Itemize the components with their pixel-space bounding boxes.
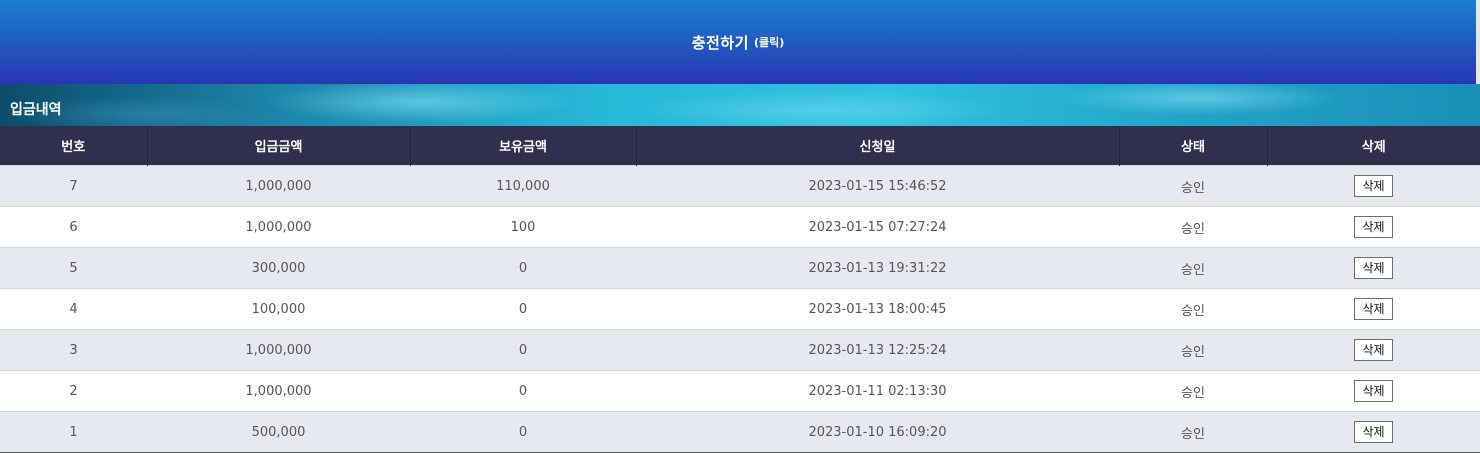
cell-number: 6 bbox=[0, 206, 147, 248]
cell-number: 1 bbox=[0, 411, 147, 453]
cell-number: 4 bbox=[0, 288, 147, 330]
section-header: 입금내역 bbox=[0, 84, 1480, 126]
table-header-row: 번호 입금금액 보유금액 신청일 상태 삭제 bbox=[0, 126, 1480, 166]
cell-date: 2023-01-15 07:27:24 bbox=[636, 206, 1119, 248]
column-header-status: 상태 bbox=[1118, 126, 1267, 166]
cell-date: 2023-01-11 02:13:30 bbox=[636, 370, 1119, 412]
cell-number: 2 bbox=[0, 370, 147, 412]
cell-balance: 0 bbox=[410, 288, 636, 330]
column-header-delete: 삭제 bbox=[1266, 126, 1480, 166]
cell-status: 승인 bbox=[1119, 370, 1267, 412]
table-row: 5 300,000 0 2023-01-13 19:31:22 승인 삭제 bbox=[0, 247, 1480, 289]
cell-number: 7 bbox=[0, 165, 147, 207]
table-row: 7 1,000,000 110,000 2023-01-15 15:46:52 … bbox=[0, 165, 1480, 207]
table-row: 2 1,000,000 0 2023-01-11 02:13:30 승인 삭제 bbox=[0, 370, 1480, 412]
cell-balance: 0 bbox=[410, 329, 636, 371]
cell-status: 승인 bbox=[1119, 247, 1267, 289]
charge-title: 충전하기 bbox=[691, 33, 749, 52]
cell-delete: 삭제 bbox=[1267, 165, 1480, 207]
cell-balance: 0 bbox=[410, 370, 636, 412]
cell-status: 승인 bbox=[1119, 329, 1267, 371]
cell-deposit: 1,000,000 bbox=[147, 370, 410, 412]
cell-date: 2023-01-13 18:00:45 bbox=[636, 288, 1119, 330]
column-header-date: 신청일 bbox=[635, 126, 1119, 166]
cell-status: 승인 bbox=[1119, 165, 1267, 207]
cell-delete: 삭제 bbox=[1267, 206, 1480, 248]
delete-button[interactable]: 삭제 bbox=[1354, 380, 1393, 402]
deposit-history-page: 충전하기 (클릭) 입금내역 번호 입금금액 보유금액 신청일 상태 삭제 7 … bbox=[0, 0, 1480, 453]
cell-date: 2023-01-13 19:31:22 bbox=[636, 247, 1119, 289]
charge-button[interactable]: 충전하기 (클릭) bbox=[0, 0, 1480, 84]
table-row: 1 500,000 0 2023-01-10 16:09:20 승인 삭제 bbox=[0, 411, 1480, 453]
delete-button[interactable]: 삭제 bbox=[1354, 216, 1393, 238]
column-header-number: 번호 bbox=[0, 126, 147, 166]
cell-deposit: 1,000,000 bbox=[147, 165, 410, 207]
cell-delete: 삭제 bbox=[1267, 288, 1480, 330]
delete-button[interactable]: 삭제 bbox=[1354, 175, 1393, 197]
column-header-deposit: 입금금액 bbox=[146, 126, 410, 166]
cell-status: 승인 bbox=[1119, 206, 1267, 248]
cell-balance: 100 bbox=[410, 206, 636, 248]
cell-status: 승인 bbox=[1119, 411, 1267, 453]
cell-delete: 삭제 bbox=[1267, 411, 1480, 453]
table-row: 4 100,000 0 2023-01-13 18:00:45 승인 삭제 bbox=[0, 288, 1480, 330]
delete-button[interactable]: 삭제 bbox=[1354, 421, 1393, 443]
cell-balance: 0 bbox=[410, 247, 636, 289]
cell-date: 2023-01-15 15:46:52 bbox=[636, 165, 1119, 207]
cell-balance: 110,000 bbox=[410, 165, 636, 207]
cell-deposit: 300,000 bbox=[147, 247, 410, 289]
section-title: 입금내역 bbox=[10, 102, 62, 118]
cell-number: 3 bbox=[0, 329, 147, 371]
cell-date: 2023-01-13 12:25:24 bbox=[636, 329, 1119, 371]
cell-deposit: 500,000 bbox=[147, 411, 410, 453]
table-row: 6 1,000,000 100 2023-01-15 07:27:24 승인 삭… bbox=[0, 206, 1480, 248]
cell-deposit: 100,000 bbox=[147, 288, 410, 330]
cell-deposit: 1,000,000 bbox=[147, 329, 410, 371]
cell-delete: 삭제 bbox=[1267, 247, 1480, 289]
cell-delete: 삭제 bbox=[1267, 370, 1480, 412]
column-header-balance: 보유금액 bbox=[409, 126, 636, 166]
deposit-table: 번호 입금금액 보유금액 신청일 상태 삭제 7 1,000,000 110,0… bbox=[0, 126, 1480, 453]
cell-status: 승인 bbox=[1119, 288, 1267, 330]
delete-button[interactable]: 삭제 bbox=[1354, 257, 1393, 279]
cell-deposit: 1,000,000 bbox=[147, 206, 410, 248]
cell-number: 5 bbox=[0, 247, 147, 289]
delete-button[interactable]: 삭제 bbox=[1354, 298, 1393, 320]
charge-hint: (클릭) bbox=[753, 36, 785, 49]
cell-date: 2023-01-10 16:09:20 bbox=[636, 411, 1119, 453]
cell-balance: 0 bbox=[410, 411, 636, 453]
delete-button[interactable]: 삭제 bbox=[1354, 339, 1393, 361]
cell-delete: 삭제 bbox=[1267, 329, 1480, 371]
table-row: 3 1,000,000 0 2023-01-13 12:25:24 승인 삭제 bbox=[0, 329, 1480, 371]
